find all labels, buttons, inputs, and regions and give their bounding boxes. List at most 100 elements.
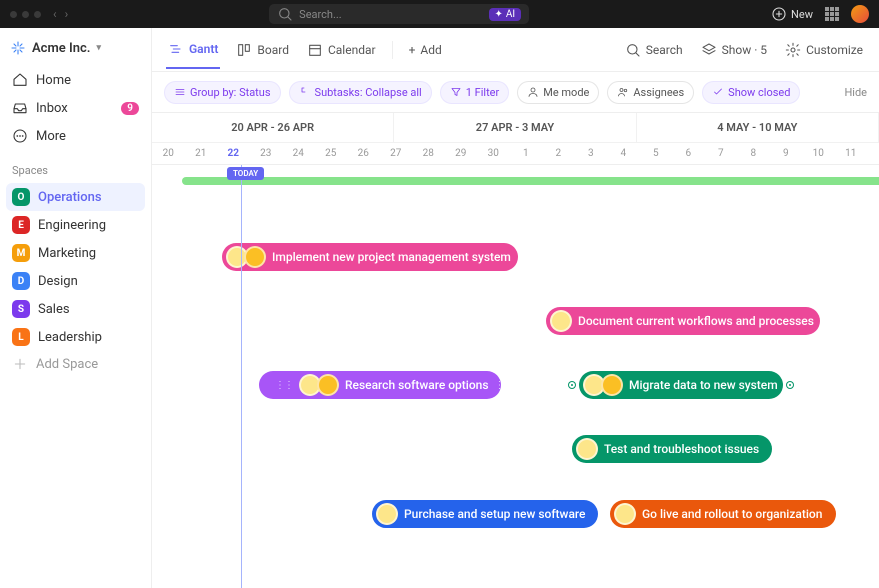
gantt-task[interactable]: Purchase and setup new software bbox=[372, 500, 598, 528]
space-label: Sales bbox=[38, 302, 70, 317]
day-header: 20 bbox=[152, 143, 185, 164]
inbox-badge: 9 bbox=[121, 102, 139, 115]
customize-button[interactable]: Customize bbox=[783, 32, 865, 68]
people-icon bbox=[617, 86, 629, 98]
tab-board[interactable]: Board bbox=[234, 32, 291, 68]
space-label: Leadership bbox=[38, 330, 102, 345]
space-icon: O bbox=[12, 188, 30, 206]
person-icon bbox=[527, 86, 539, 98]
plus-circle-icon bbox=[771, 6, 787, 22]
day-header: 4 bbox=[607, 143, 640, 164]
day-header: 1 bbox=[510, 143, 543, 164]
day-header: 2 bbox=[542, 143, 575, 164]
workspace-selector[interactable]: Acme Inc. ▾ bbox=[6, 36, 145, 66]
home-icon bbox=[12, 72, 28, 88]
task-label: Purchase and setup new software bbox=[404, 507, 586, 521]
space-label: Design bbox=[38, 274, 78, 289]
task-label: Test and troubleshoot issues bbox=[604, 442, 759, 456]
gantt-task[interactable]: Migrate data to new system bbox=[579, 371, 783, 399]
day-header: 11 bbox=[835, 143, 868, 164]
week-header: 20 APR - 26 APR bbox=[152, 113, 394, 142]
day-header: 30 bbox=[477, 143, 510, 164]
day-header: 23 bbox=[250, 143, 283, 164]
space-item-engineering[interactable]: EEngineering bbox=[6, 211, 145, 239]
day-header: 26 bbox=[347, 143, 380, 164]
inbox-icon bbox=[12, 100, 28, 116]
search-icon bbox=[625, 42, 641, 58]
gantt-task[interactable]: Document current workflows and processes bbox=[546, 307, 820, 335]
drag-handle-icon[interactable]: ⋮⋮ bbox=[275, 380, 293, 391]
show-closed-chip[interactable]: Show closed bbox=[702, 81, 800, 104]
gantt-icon bbox=[168, 41, 184, 57]
nav-more[interactable]: More bbox=[6, 122, 145, 150]
space-item-marketing[interactable]: MMarketing bbox=[6, 239, 145, 267]
dependency-dot[interactable] bbox=[569, 382, 575, 388]
layers-icon bbox=[701, 42, 717, 58]
search-icon bbox=[277, 6, 293, 22]
progress-rail bbox=[182, 177, 879, 185]
tab-gantt[interactable]: Gantt bbox=[166, 31, 220, 69]
space-icon: D bbox=[12, 272, 30, 290]
space-icon: S bbox=[12, 300, 30, 318]
space-item-design[interactable]: D Design bbox=[6, 267, 145, 295]
spaces-heading: Spaces bbox=[12, 164, 139, 177]
dependency-dot[interactable] bbox=[787, 382, 793, 388]
global-search[interactable]: Search... ✦ AI bbox=[269, 4, 529, 24]
space-label: Marketing bbox=[38, 246, 96, 261]
hide-button[interactable]: Hide bbox=[844, 86, 867, 99]
gantt-task[interactable]: Test and troubleshoot issues bbox=[572, 435, 772, 463]
day-header: 24 bbox=[282, 143, 315, 164]
window-controls[interactable] bbox=[10, 11, 41, 18]
assignee-avatar[interactable] bbox=[244, 246, 266, 268]
group-by-chip[interactable]: Group by: Status bbox=[164, 81, 281, 104]
add-view-button[interactable]: + Add bbox=[407, 33, 444, 67]
me-mode-chip[interactable]: Me mode bbox=[517, 81, 599, 104]
assignee-avatar[interactable] bbox=[614, 503, 636, 525]
show-button[interactable]: Show · 5 bbox=[699, 32, 769, 68]
nav-home[interactable]: Home bbox=[6, 66, 145, 94]
assignee-avatar[interactable] bbox=[376, 503, 398, 525]
user-avatar[interactable] bbox=[851, 5, 869, 23]
day-header: 5 bbox=[640, 143, 673, 164]
assignee-avatar[interactable] bbox=[601, 374, 623, 396]
apps-icon[interactable] bbox=[825, 7, 839, 21]
search-placeholder: Search... bbox=[299, 8, 342, 21]
assignee-avatar[interactable] bbox=[550, 310, 572, 332]
back-icon[interactable]: ‹ bbox=[53, 7, 57, 21]
forward-icon[interactable]: › bbox=[65, 7, 69, 21]
space-item-sales[interactable]: S Sales bbox=[6, 295, 145, 323]
nav-inbox[interactable]: Inbox 9 bbox=[6, 94, 145, 122]
history-nav[interactable]: ‹ › bbox=[53, 7, 68, 21]
settings-icon bbox=[785, 42, 801, 58]
gantt-chart[interactable]: TODAY Implement new project management s… bbox=[152, 165, 879, 588]
day-header: 3 bbox=[575, 143, 608, 164]
tab-calendar[interactable]: Calendar bbox=[305, 32, 378, 68]
space-item-operations[interactable]: O Operations bbox=[6, 183, 145, 211]
drag-handle-icon[interactable]: ⋮⋮ bbox=[495, 380, 513, 391]
stack-icon bbox=[174, 86, 186, 98]
subtasks-chip[interactable]: Subtasks: Collapse all bbox=[289, 81, 432, 104]
gantt-task[interactable]: ⋮⋮Research software options⋮⋮ bbox=[259, 371, 501, 399]
assignees-chip[interactable]: Assignees bbox=[607, 81, 694, 104]
content: Gantt Board Calendar + Add Search bbox=[152, 28, 879, 588]
day-header: 8 bbox=[737, 143, 770, 164]
new-button[interactable]: New bbox=[771, 6, 813, 22]
day-header: 28 bbox=[412, 143, 445, 164]
add-space-button[interactable]: Add Space bbox=[6, 351, 145, 377]
filter-chip[interactable]: 1 Filter bbox=[440, 81, 510, 104]
day-header: 27 bbox=[380, 143, 413, 164]
space-item-leadership[interactable]: LLeadership bbox=[6, 323, 145, 351]
gantt-task[interactable]: Go live and rollout to organization bbox=[610, 500, 836, 528]
assignee-avatar[interactable] bbox=[576, 438, 598, 460]
ai-badge[interactable]: ✦ AI bbox=[489, 8, 522, 21]
search-button[interactable]: Search bbox=[623, 32, 685, 68]
more-icon bbox=[12, 128, 28, 144]
gantt-task[interactable]: Implement new project management system bbox=[222, 243, 518, 271]
logo-icon bbox=[10, 40, 26, 56]
assignee-avatar[interactable] bbox=[317, 374, 339, 396]
space-label: Operations bbox=[38, 190, 102, 205]
task-label: Research software options bbox=[345, 378, 489, 392]
week-header: 27 APR - 3 MAY bbox=[394, 113, 636, 142]
task-label: Go live and rollout to organization bbox=[642, 507, 822, 521]
today-marker: TODAY bbox=[227, 167, 264, 180]
